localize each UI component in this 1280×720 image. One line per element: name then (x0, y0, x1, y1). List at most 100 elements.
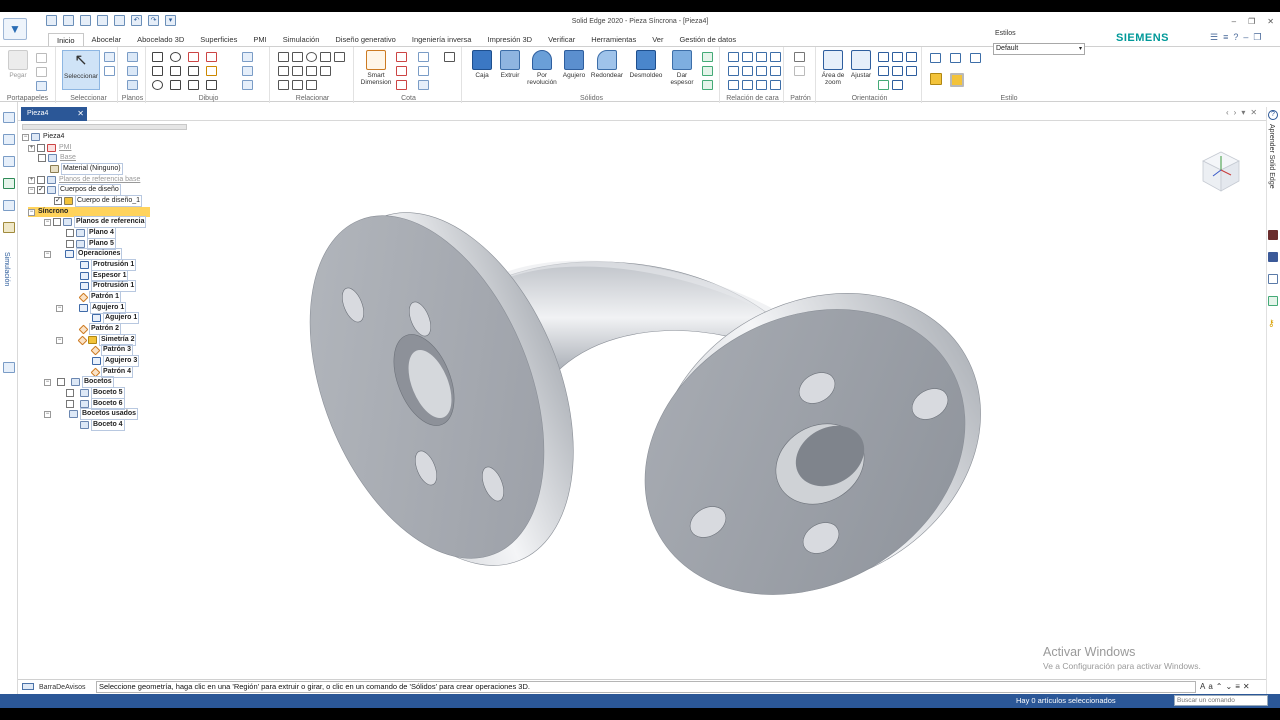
tree-node-base[interactable]: Base (38, 153, 77, 163)
facebook-icon[interactable] (1268, 252, 1278, 262)
chevron-right-icon[interactable]: › (1234, 108, 1237, 117)
chevron-down-icon[interactable]: ▾ (1241, 108, 1245, 117)
help-icon[interactable]: ? (1233, 32, 1238, 43)
close-prompt-icon[interactable]: ✕ (1243, 682, 1250, 691)
view-iso-icon[interactable] (930, 53, 941, 63)
tree-node-protrusion-1b[interactable]: Protrusión 1 (80, 280, 137, 292)
tree-node-pmi[interactable]: + PMI (28, 143, 72, 153)
collapse-icon[interactable]: − (44, 378, 51, 386)
checkbox[interactable] (37, 176, 45, 184)
filter-icon[interactable] (104, 52, 115, 62)
refresh-icon[interactable] (878, 80, 889, 90)
dim-lock-icon[interactable] (444, 52, 455, 62)
arc-icon[interactable] (170, 52, 181, 62)
style-select[interactable]: Default ▾ (993, 43, 1085, 55)
tab-herramientas[interactable]: Herramientas (583, 33, 644, 46)
rotate-icon[interactable] (906, 52, 917, 62)
forum-icon[interactable] (1268, 274, 1278, 284)
menu-icon[interactable]: ≡ (1235, 682, 1240, 691)
parallel-face-icon[interactable] (756, 52, 767, 62)
redondear-button[interactable]: Redondear (590, 50, 624, 79)
fillet-icon[interactable] (170, 66, 181, 76)
tangent-icon[interactable] (292, 52, 303, 62)
font-larger-icon[interactable]: A (1200, 682, 1205, 691)
tab-impresion-3d[interactable]: Impresión 3D (479, 33, 540, 46)
tab-gestion-datos[interactable]: Gestión de datos (671, 33, 744, 46)
plane-angle-icon[interactable] (127, 80, 138, 90)
caja-button[interactable]: Caja (468, 50, 496, 79)
font-smaller-icon[interactable]: a (1208, 682, 1212, 691)
list-icon[interactable]: ≡ (1223, 32, 1228, 43)
expand-icon[interactable]: + (28, 176, 35, 184)
minimize-ribbon-icon[interactable]: – (1243, 32, 1248, 43)
expand-icon[interactable]: + (28, 144, 35, 152)
tab-abocelado-3d[interactable]: Abocelado 3D (129, 33, 192, 46)
tree-node-agujero-1-child[interactable]: Agujero 1 (92, 312, 140, 324)
sketch-view-icon[interactable] (242, 80, 253, 90)
tab-diseno-generativo[interactable]: Diseño generativo (327, 33, 403, 46)
area-zoom-button[interactable]: Área de zoom (818, 50, 848, 86)
tab-ingenieria-inversa[interactable]: Ingeniería inversa (404, 33, 480, 46)
tree-node-patron-3[interactable]: Patrón 3 (90, 344, 134, 356)
shaded-icon[interactable] (930, 73, 942, 85)
collinear-icon[interactable] (320, 66, 331, 76)
key-icon[interactable]: ⚷ (1268, 318, 1278, 328)
connect-icon[interactable] (278, 52, 289, 62)
tree-node-bocetos-usados[interactable]: − Bocetos usados (44, 408, 139, 420)
simulacion-tab[interactable]: Simulación (3, 252, 10, 286)
shaded-edges-icon[interactable] (950, 73, 964, 87)
tab-superficies[interactable]: Superficies (192, 33, 245, 46)
checkbox[interactable] (37, 144, 45, 152)
chevron-left-icon[interactable]: ‹ (1226, 108, 1229, 117)
distance-icon[interactable] (396, 52, 407, 62)
checkbox-checked[interactable]: ✓ (37, 186, 45, 194)
plane-icon[interactable] (127, 52, 138, 62)
pattern-disabled-icon[interactable] (794, 66, 805, 76)
checkbox[interactable] (53, 218, 61, 226)
include-icon[interactable] (242, 66, 253, 76)
collapse-icon[interactable]: − (22, 133, 29, 141)
cut-icon[interactable] (36, 53, 47, 63)
ajustar-button[interactable]: Ajustar (846, 50, 876, 79)
tree-node-patron-2[interactable]: Patrón 2 (78, 323, 122, 335)
rigid-face-icon[interactable] (742, 80, 753, 90)
relationship-handles-icon[interactable] (334, 52, 345, 62)
tree-toolbar[interactable] (22, 124, 187, 130)
tab-inicio[interactable]: Inicio (48, 33, 84, 46)
project-icon[interactable] (242, 52, 253, 62)
pan-icon[interactable] (892, 52, 903, 62)
horizontal-icon[interactable] (320, 52, 331, 62)
coordinate-icon[interactable] (396, 80, 407, 90)
checkbox[interactable] (66, 389, 74, 397)
collapse-icon[interactable]: − (28, 186, 35, 194)
coaxial-icon[interactable] (742, 52, 753, 62)
collapse-icon[interactable]: − (44, 410, 51, 418)
checkbox[interactable] (66, 240, 74, 248)
pegar-button[interactable]: Pegar (4, 50, 32, 79)
point-icon[interactable] (188, 80, 199, 90)
expand-down-icon[interactable]: ⌄ (1226, 682, 1233, 691)
checkbox[interactable] (66, 400, 74, 408)
seleccionar-button[interactable]: ↖ Seleccionar (62, 50, 100, 90)
close-tab-icon[interactable]: ✕ (77, 107, 84, 121)
perpendicular-icon[interactable] (306, 66, 317, 76)
lock-icon[interactable] (278, 80, 289, 90)
angle-icon[interactable] (396, 66, 407, 76)
select-manager-icon[interactable] (104, 66, 115, 76)
view-front-icon[interactable] (950, 53, 961, 63)
tree-node-material[interactable]: Material (Ninguno) (50, 163, 123, 175)
lock-face-icon[interactable] (770, 80, 781, 90)
concentric-icon[interactable] (306, 52, 317, 62)
coplanar-icon[interactable] (728, 52, 739, 62)
restore-icon[interactable]: ❐ (1248, 17, 1255, 26)
tree-node-plano-4[interactable]: Plano 4 (66, 227, 116, 239)
symmetric-face-icon[interactable] (742, 66, 753, 76)
tangent-face-icon[interactable] (756, 66, 767, 76)
pipe-flange-model[interactable] (190, 122, 1266, 680)
simulation-icon[interactable] (3, 222, 15, 233)
close-icon[interactable]: ✕ (1267, 17, 1274, 26)
feature-library-icon[interactable] (3, 156, 15, 167)
previous-view-icon[interactable] (892, 80, 903, 90)
checkbox[interactable] (57, 378, 65, 386)
collapse-icon[interactable]: − (44, 250, 51, 258)
